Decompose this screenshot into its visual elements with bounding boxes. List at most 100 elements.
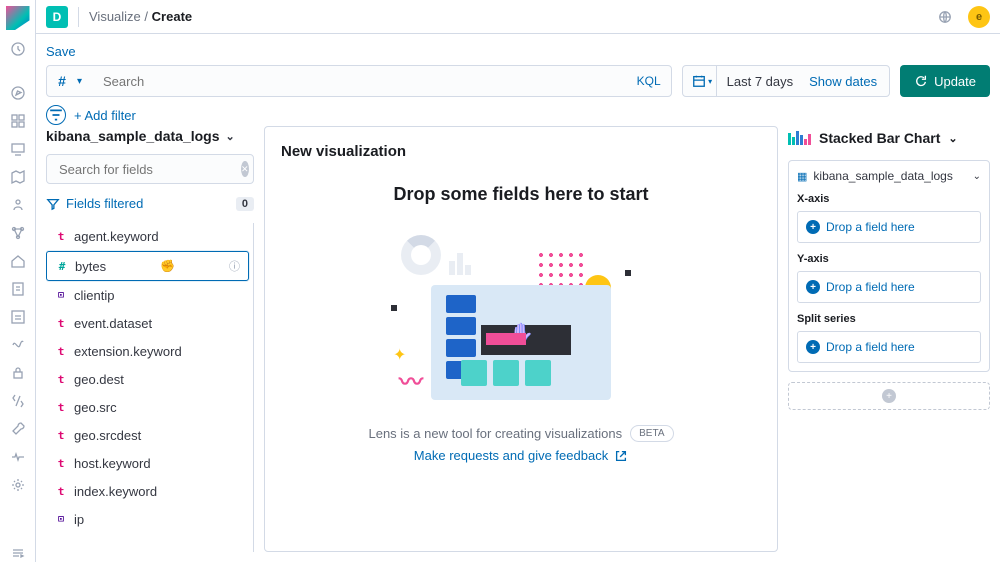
date-range-text: Last 7 days (723, 74, 798, 89)
divider (78, 7, 79, 27)
field-name: agent.keyword (74, 229, 159, 244)
metrics-icon[interactable] (9, 308, 27, 326)
field-item[interactable]: t geo.dest (46, 366, 249, 393)
user-avatar[interactable]: e (968, 6, 990, 28)
compass-icon[interactable] (9, 84, 27, 102)
dev-icon[interactable] (9, 392, 27, 410)
add-filter-button[interactable]: + Add filter (74, 108, 136, 123)
field-type-icon: t (54, 373, 68, 386)
filter-options-icon[interactable] (46, 105, 66, 125)
ml-icon[interactable] (9, 196, 27, 214)
visualization-canvas: New visualization Drop some fields here … (264, 126, 778, 552)
query-bar: # ▾ KQL (46, 65, 672, 97)
chevron-down-icon[interactable]: ▾ (77, 76, 95, 87)
uptime-icon[interactable] (9, 336, 27, 354)
collapse-icon[interactable] (9, 544, 27, 562)
field-item[interactable]: tevent.dataset (46, 310, 249, 337)
canvas-title: New visualization (281, 143, 761, 160)
field-item[interactable]: tagent.keyword (46, 223, 249, 250)
date-picker[interactable]: ▾ Last 7 days Show dates (682, 65, 890, 97)
layer-index-selector[interactable]: ▦ kibana_sample_data_logs ⌄ (797, 169, 981, 183)
index-pattern-selector[interactable]: kibana_sample_data_logs ⌄ (46, 126, 254, 146)
recent-icon[interactable] (9, 40, 27, 58)
field-item[interactable]: ⊡ clientip (46, 282, 249, 309)
info-icon[interactable]: ⓘ (229, 258, 240, 274)
field-item[interactable]: tgeo.src (46, 394, 249, 421)
drop-zone-title: Drop some fields here to start (281, 184, 761, 205)
drop-field-text: Drop a field here (826, 220, 915, 234)
plus-icon: + (806, 340, 820, 354)
security-icon[interactable] (9, 364, 27, 382)
field-name: bytes (75, 259, 106, 274)
chart-type-selector[interactable]: Stacked Bar Chart ⌄ (788, 126, 990, 150)
filter-icon (46, 197, 60, 211)
breadcrumb-root[interactable]: Visualize (89, 9, 141, 24)
clear-icon[interactable]: ✕ (241, 161, 249, 177)
fields-filtered-row[interactable]: Fields filtered 0 (46, 192, 254, 215)
space-badge[interactable]: D (46, 6, 68, 28)
settings-icon[interactable] (9, 476, 27, 494)
field-name: geo.dest (74, 372, 124, 387)
graph-icon[interactable] (9, 224, 27, 242)
field-item[interactable]: #bytes✊ⓘ (46, 251, 249, 281)
field-name: host.keyword (74, 456, 151, 471)
field-name: geo.src (74, 400, 117, 415)
layer-index-name: kibana_sample_data_logs (813, 169, 952, 183)
field-type-icon: t (54, 317, 68, 330)
field-item[interactable]: t extension.keyword (46, 338, 249, 365)
plus-icon: + (806, 280, 820, 294)
fields-filtered-label: Fields filtered (66, 196, 230, 211)
kibana-logo-icon[interactable] (6, 6, 30, 30)
show-dates-link[interactable]: Show dates (803, 74, 883, 89)
dashboard-icon[interactable] (9, 112, 27, 130)
logs-icon[interactable] (9, 280, 27, 298)
field-item[interactable]: ⊡ ip (46, 506, 249, 533)
update-button[interactable]: Update (900, 65, 990, 97)
field-type-icon: ⊡ (54, 514, 68, 525)
chevron-down-icon: ⌄ (948, 132, 957, 145)
filter-type-icon[interactable]: # (47, 73, 77, 89)
maps-icon[interactable] (9, 168, 27, 186)
main-content: kibana_sample_data_logs ⌄ ✕ Fields filte… (36, 126, 1000, 562)
fields-list: tagent.keyword#bytes✊ⓘ⊡clientiptevent.da… (46, 223, 254, 552)
beta-badge: BETA (630, 425, 673, 442)
field-name: index.keyword (74, 484, 157, 499)
field-type-icon: t (54, 345, 68, 358)
chevron-down-icon: ⌄ (973, 171, 981, 182)
grab-icon: ✊ (160, 259, 175, 273)
feedback-link[interactable]: Make requests and give feedback (281, 448, 761, 463)
heartbeat-icon[interactable] (9, 448, 27, 466)
drop-field-text: Drop a field here (826, 340, 915, 354)
search-input[interactable] (95, 74, 627, 89)
add-layer-button[interactable]: + (788, 382, 990, 410)
save-button[interactable]: Save (46, 40, 76, 65)
kql-toggle[interactable]: KQL (627, 74, 671, 88)
stacked-bar-icon (788, 131, 811, 145)
chevron-down-icon: ⌄ (226, 130, 235, 143)
field-name: ip (74, 512, 84, 527)
breadcrumb: Visualize / Create (89, 9, 192, 24)
home-icon[interactable] (9, 252, 27, 270)
field-search-box: ✕ (46, 154, 254, 184)
axis-section: Y-axis+Drop a field here (797, 253, 981, 303)
drop-field-zone[interactable]: + Drop a field here (797, 331, 981, 363)
canvas-icon[interactable] (9, 140, 27, 158)
field-item[interactable]: tindex.keyword (46, 478, 249, 505)
axis-label: Split series (797, 313, 981, 325)
field-name: clientip (74, 288, 114, 303)
newsfeed-icon[interactable] (936, 8, 954, 26)
field-name: geo.srcdest (74, 428, 141, 443)
field-search-input[interactable] (59, 162, 235, 177)
axis-label: X-axis (797, 193, 981, 205)
field-name: extension.keyword (74, 344, 182, 359)
field-item[interactable]: thost.keyword (46, 450, 249, 477)
toolbar: Save # ▾ KQL ▾ Last 7 days Show dates Up… (36, 34, 1000, 133)
drop-field-zone[interactable]: +Drop a field here (797, 271, 981, 303)
drop-field-zone[interactable]: +Drop a field here (797, 211, 981, 243)
field-type-icon: ⊡ (54, 290, 68, 301)
illustration: ✦ 〰 (391, 225, 651, 405)
config-panel: Stacked Bar Chart ⌄ ▦ kibana_sample_data… (788, 126, 990, 552)
tools-icon[interactable] (9, 420, 27, 438)
field-item[interactable]: tgeo.srcdest (46, 422, 249, 449)
axis-section: X-axis +Drop a field here (797, 193, 981, 243)
